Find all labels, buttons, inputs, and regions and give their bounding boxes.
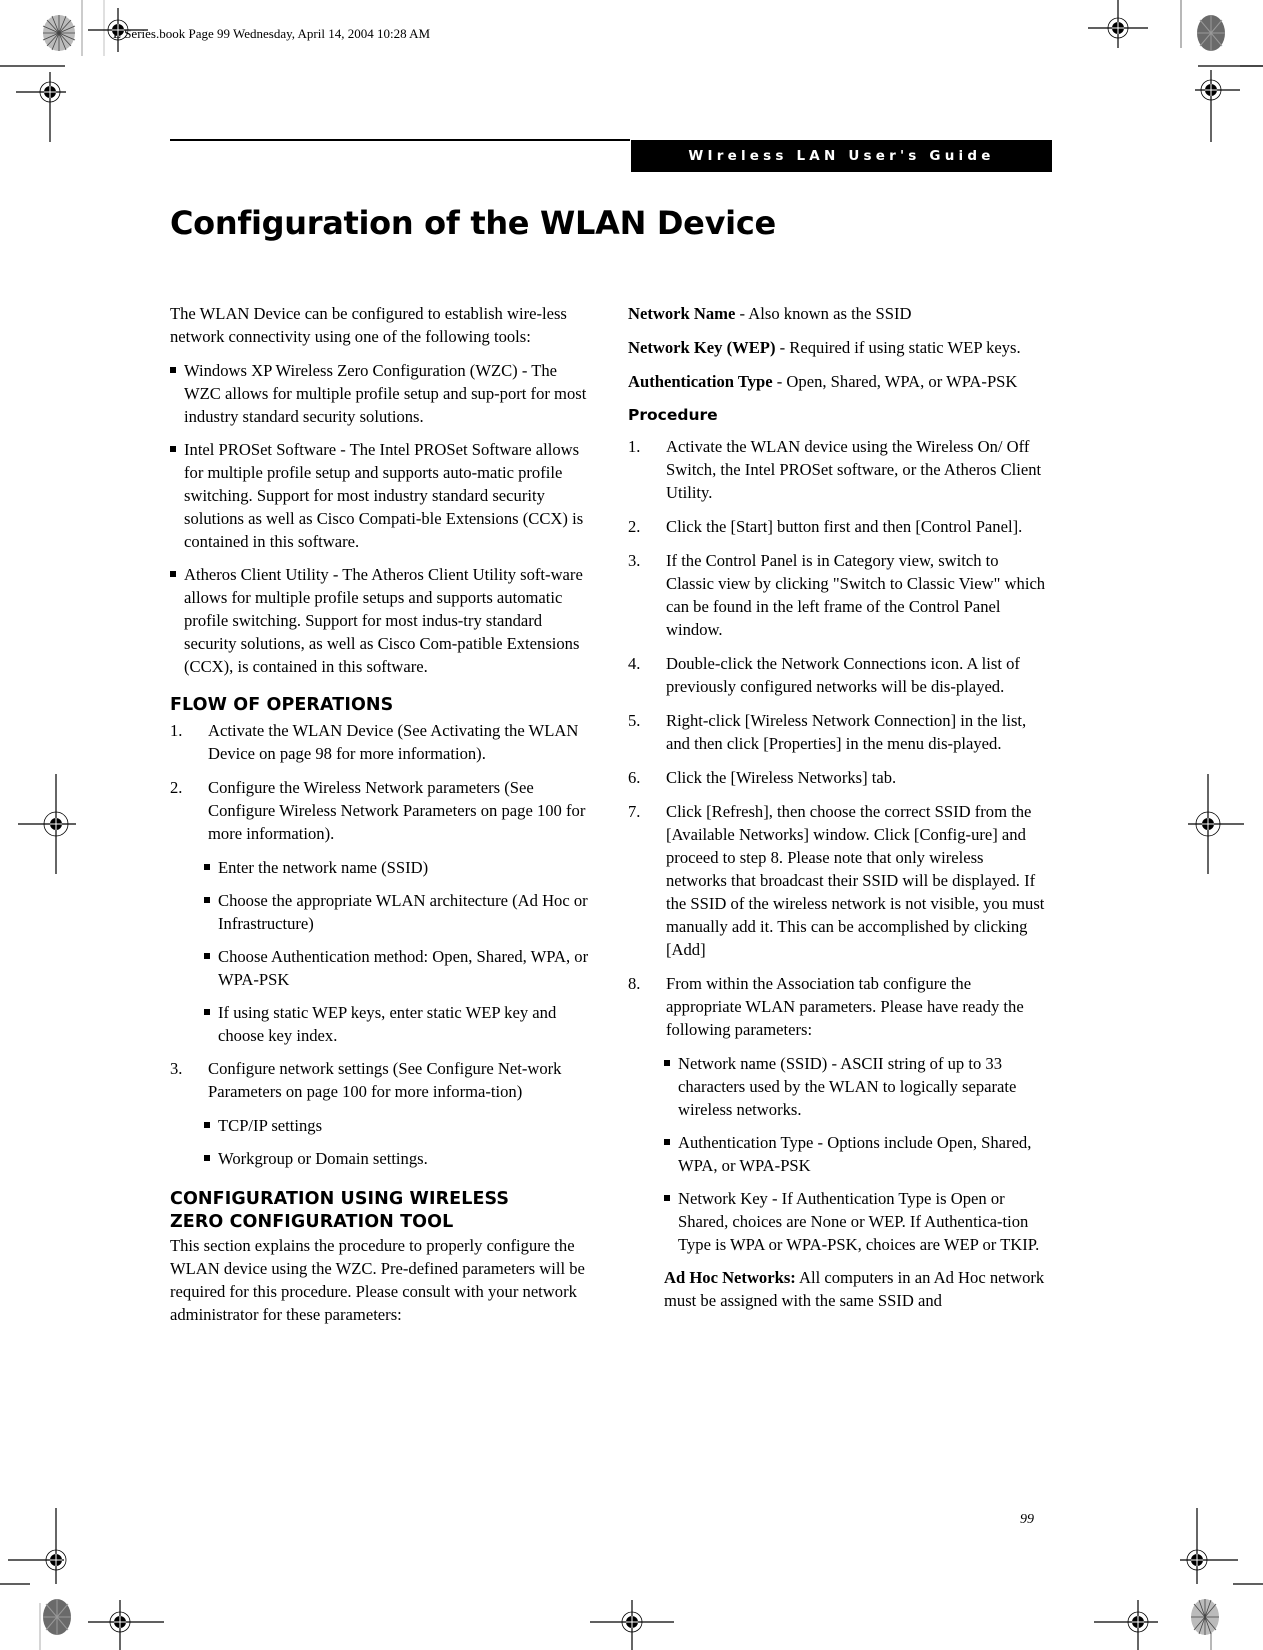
registration-crosshair-icon <box>1180 1508 1238 1584</box>
right-column: Network Name - Also known as the SSID Ne… <box>628 302 1048 1323</box>
procedure-step: 1. Activate the WLAN device using the Wir… <box>628 435 1048 504</box>
procedure-step: 3. If the Control Panel is in Category vi… <box>628 549 1048 641</box>
procedure-step: 4. Double-click the Network Connections i… <box>628 652 1048 698</box>
registration-crosshair-icon <box>16 72 66 142</box>
param-definition: Network Key (WEP) - Required if using st… <box>628 336 1048 359</box>
procedure-heading: Procedure <box>628 406 718 424</box>
step-text: Activate the WLAN Device (See Activating… <box>208 721 579 763</box>
running-header: WIreless LAN User's Guide <box>631 140 1052 172</box>
step-number: 8. <box>628 974 641 993</box>
adhoc-term: Ad Hoc Networks: <box>664 1268 796 1287</box>
registration-crosshair-icon <box>88 8 148 52</box>
flow-step: 1. Activate the WLAN Device (See Activati… <box>170 719 590 765</box>
procedure-step: 7. Click [Refresh], then choose the corre… <box>628 800 1048 961</box>
step-text: From within the Association tab configur… <box>666 974 1024 1039</box>
registration-crosshair-icon <box>1088 0 1148 48</box>
page-title: Configuration of the WLAN Device <box>170 204 776 242</box>
step-text: Click [Refresh], then choose the correct… <box>666 802 1045 959</box>
tool-item: Windows XP Wireless Zero Configuration (… <box>170 359 590 428</box>
step-number: 2. <box>628 517 641 536</box>
step-text: Click the [Start] button first and then … <box>666 517 1023 536</box>
registration-crosshair-icon <box>590 1600 674 1650</box>
flow-sub-item: Choose the appropriate WLAN architecture… <box>204 889 590 935</box>
registration-crosshair-icon <box>1188 774 1244 874</box>
wzc-heading: CONFIGURATION USING WIRELESS ZERO CONFIG… <box>170 1188 590 1234</box>
step-number: 5. <box>628 711 641 730</box>
color-star-target-icon <box>43 1599 71 1635</box>
flow-sub-item: Enter the network name (SSID) <box>204 856 590 879</box>
param-term: Network Key (WEP) <box>628 338 776 357</box>
flow-step: 2. Configure the Wireless Network paramet… <box>170 776 590 845</box>
left-column: The WLAN Device can be configured to est… <box>170 302 590 1337</box>
step-text: Right-click [Wireless Network Connection… <box>666 711 1027 753</box>
step-text: Double-click the Network Connections ico… <box>666 654 1020 696</box>
step8-sub-item: Network name (SSID) - ASCII string of up… <box>628 1052 1048 1121</box>
wzc-heading-line: CONFIGURATION USING WIRELESS <box>170 1189 510 1209</box>
wzc-paragraph: This section explains the procedure to p… <box>170 1236 585 1324</box>
flow-sub-item: TCP/IP settings <box>204 1114 590 1137</box>
wzc-heading-line: ZERO CONFIGURATION TOOL <box>170 1212 454 1232</box>
step-text: Configure network settings (See Configur… <box>208 1059 562 1101</box>
header-rule <box>170 139 630 141</box>
tool-item: Atheros Client Utility - The Atheros Cli… <box>170 563 590 678</box>
param-desc: - Open, Shared, WPA, or WPA-PSK <box>772 372 1018 391</box>
star-target-icon <box>42 15 76 51</box>
step-text: Click the [Wireless Networks] tab. <box>666 768 897 787</box>
step-number: 1. <box>170 721 183 740</box>
step-number: 1. <box>628 437 641 456</box>
step-number: 4. <box>628 654 641 673</box>
procedure-step: 2. Click the [Start] button first and the… <box>628 515 1048 538</box>
procedure-step: 6. Click the [Wireless Networks] tab. <box>628 766 1048 789</box>
flow-sub-item: Workgroup or Domain settings. <box>204 1147 590 1170</box>
registration-crosshair-icon <box>88 1600 164 1650</box>
procedure-step: 5. Right-click [Wireless Network Connecti… <box>628 709 1048 755</box>
intro-paragraph: The WLAN Device can be configured to est… <box>170 304 567 346</box>
param-desc: - Also known as the SSID <box>735 304 912 323</box>
procedure-step: 8. From within the Association tab config… <box>628 972 1048 1041</box>
param-desc: - Required if using static WEP keys. <box>775 338 1021 357</box>
page-number: 99 <box>1020 1512 1034 1527</box>
param-term: Network Name <box>628 304 736 323</box>
tool-item: Intel PROSet Software - The Intel PROSet… <box>170 438 590 553</box>
param-term: Authentication Type <box>628 372 773 391</box>
registration-crosshair-icon <box>8 1508 67 1584</box>
step-text: If the Control Panel is in Category view… <box>666 551 1046 639</box>
registration-crosshair-icon <box>1195 70 1240 142</box>
param-definition: Authentication Type - Open, Shared, WPA,… <box>628 370 1048 393</box>
registration-crosshair-icon <box>1094 1600 1158 1650</box>
step8-sub-item: Authentication Type - Options include Op… <box>628 1131 1048 1177</box>
registration-crosshair-icon <box>18 774 76 874</box>
flow-sub-item: If using static WEP keys, enter static W… <box>204 1001 590 1047</box>
star-target-icon <box>1191 1599 1219 1635</box>
step-text: Configure the Wireless Network parameter… <box>208 778 586 843</box>
step-number: 2. <box>170 778 183 797</box>
step8-sub-item: Network Key - If Authentication Type is … <box>628 1187 1048 1256</box>
step-number: 3. <box>170 1059 183 1078</box>
flow-step: 3. Configure network settings (See Config… <box>170 1057 590 1103</box>
param-definition: Network Name - Also known as the SSID <box>628 302 1048 325</box>
flow-sub-item: Choose Authentication method: Open, Shar… <box>204 945 590 991</box>
step-text: Activate the WLAN device using the Wirel… <box>666 437 1042 502</box>
adhoc-paragraph: Ad Hoc Networks: All computers in an Ad … <box>628 1266 1048 1312</box>
step-number: 3. <box>628 551 641 570</box>
color-star-target-icon <box>1197 15 1225 51</box>
step-number: 6. <box>628 768 641 787</box>
running-header-title: WIreless LAN User's Guide <box>688 148 995 164</box>
step-number: 7. <box>628 802 641 821</box>
flow-heading: FLOW OF OPERATIONS <box>170 695 394 715</box>
